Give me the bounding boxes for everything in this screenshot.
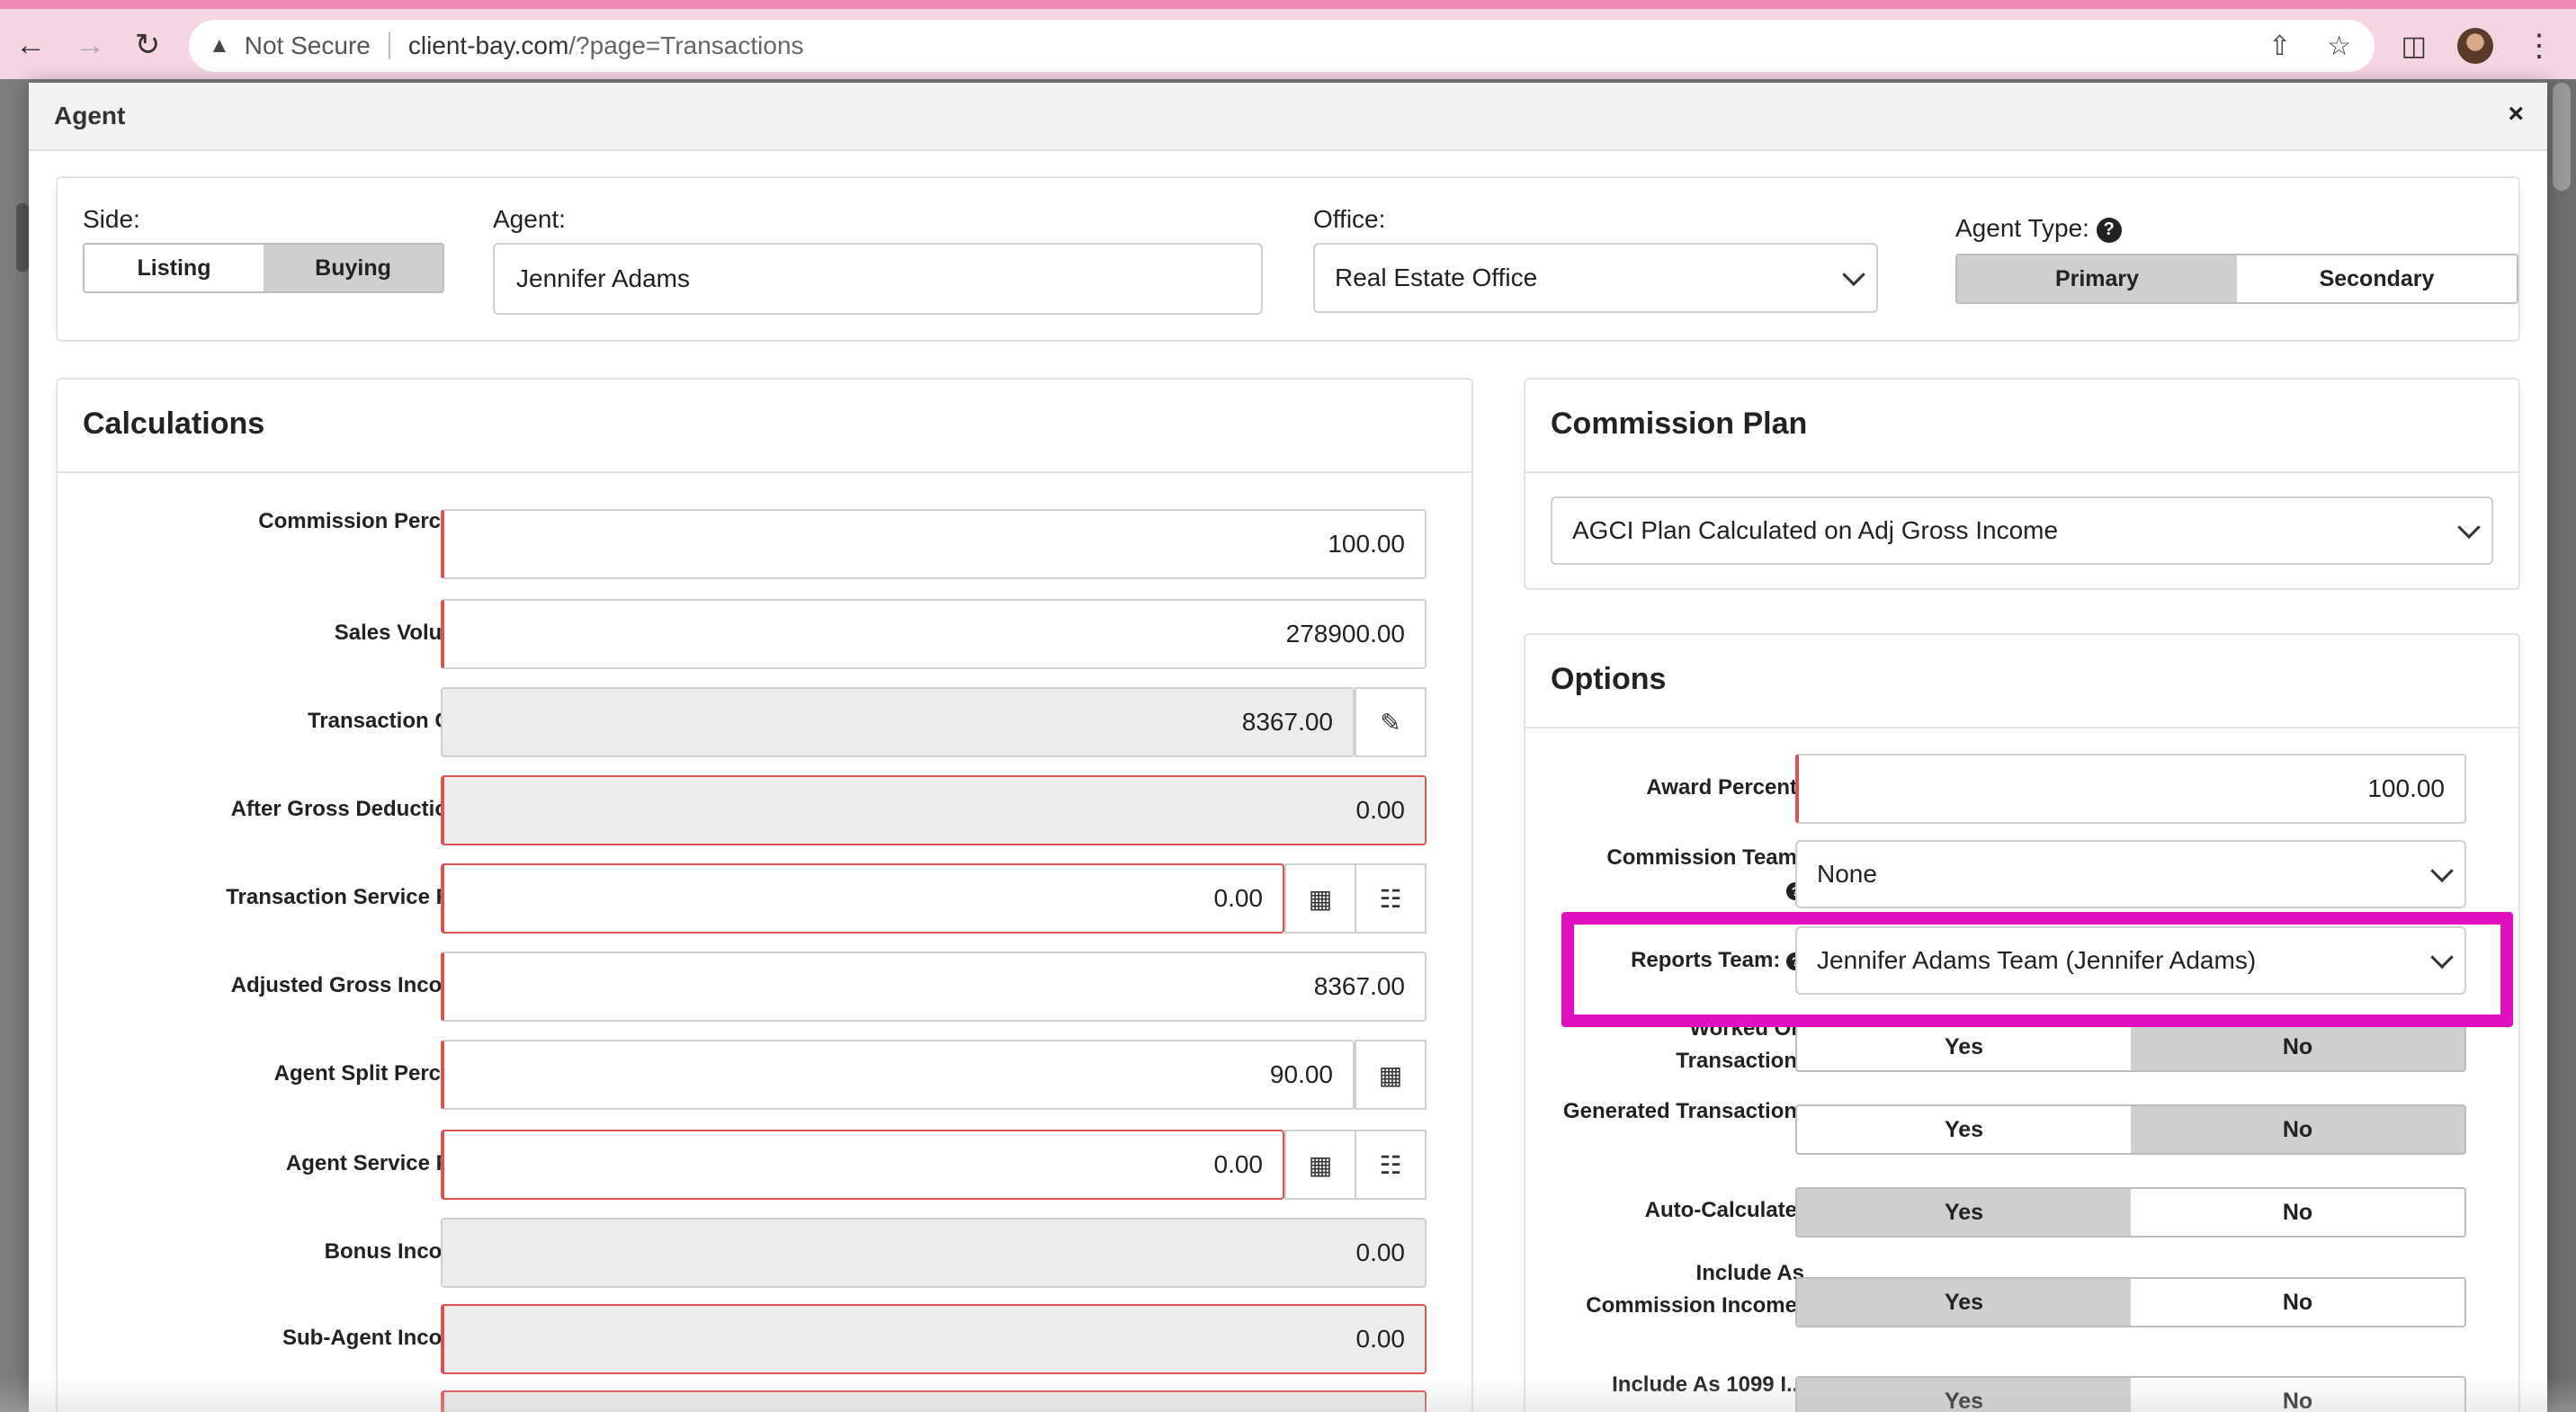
warning-icon: ▲ [209, 33, 230, 58]
hierarchy-icon[interactable]: ☷ [1355, 1130, 1427, 1200]
divider [1525, 727, 2518, 728]
after-gross-deductions-label: After Gross Deductions: [230, 797, 480, 821]
highlight-box [1561, 912, 2513, 1027]
include-as-commission-income-label: Include As Commission Income: [1586, 1261, 1804, 1318]
chevron-down-icon [2457, 515, 2481, 540]
office-select-value: Real Estate Office [1335, 264, 1538, 291]
background-sidebar [16, 203, 29, 272]
yes-option[interactable]: Yes [1797, 1279, 2131, 1326]
commission-team-label: Commission Team:? [1543, 842, 1804, 907]
commission-plan-value: AGCI Plan Calculated on Adj Gross Income [1572, 516, 2059, 544]
divider [388, 32, 390, 59]
yes-option[interactable]: Yes [1797, 1189, 2131, 1236]
yes-option[interactable]: Yes [1797, 1106, 2131, 1153]
calculator-icon[interactable]: ▦ [1284, 1130, 1356, 1200]
bottom-shadow [0, 1376, 2576, 1412]
pencil-icon[interactable]: ✎ [1355, 687, 1427, 757]
side-option-buying[interactable]: Buying [264, 245, 443, 291]
divider [1525, 471, 2518, 473]
reload-icon[interactable]: ↻ [130, 27, 165, 63]
commission-team-select[interactable]: None [1795, 840, 2466, 908]
no-option[interactable]: No [2131, 1189, 2464, 1236]
include-as-commission-income-toggle: Yes No [1795, 1277, 2466, 1327]
commission-percent-input[interactable]: 100.00 [441, 509, 1427, 579]
no-option[interactable]: No [2131, 1279, 2464, 1326]
chevron-down-icon [2430, 859, 2454, 883]
address-bar[interactable]: ▲ Not Secure client-bay.com/?page=Transa… [189, 20, 2375, 72]
award-percent-label: Award Percent: [1646, 775, 1804, 800]
auto-calculate-toggle: Yes No [1795, 1187, 2466, 1238]
commission-plan-select[interactable]: AGCI Plan Calculated on Adj Gross Income [1551, 496, 2493, 565]
bonus-income-label: Bonus Income: [324, 1239, 480, 1264]
hierarchy-icon[interactable]: ☷ [1355, 863, 1427, 934]
worked-on-transaction-toggle: Yes No [1795, 1022, 2466, 1072]
commission-percent-label: Commission Percent: [258, 509, 480, 533]
agent-service-fee-label: Agent Service Fee: [285, 1151, 480, 1175]
close-icon[interactable]: × [2508, 99, 2524, 130]
menu-kebab-icon[interactable]: ⋮ [2524, 28, 2554, 64]
sub-agent-income-label: Sub-Agent Income: [282, 1326, 480, 1350]
generated-transaction-toggle: Yes No [1795, 1104, 2466, 1155]
modal-header: Agent × [29, 83, 2547, 151]
agent-input[interactable]: Jennifer Adams [493, 243, 1263, 315]
no-option[interactable]: No [2131, 1106, 2464, 1153]
transaction-gci-label: Transaction GCI: [307, 709, 480, 733]
side-label: Side: [83, 205, 140, 233]
side-toggle: Listing Buying [83, 243, 444, 293]
after-gross-deductions-input: 0.00 [441, 775, 1427, 845]
award-percent-input[interactable]: 100.00 [1795, 754, 2466, 824]
adjusted-gross-income-input[interactable]: 8367.00 [441, 952, 1427, 1022]
bookmark-star-icon[interactable]: ☆ [2327, 31, 2351, 62]
page-scrollbar[interactable] [2547, 79, 2576, 1412]
office-label: Office: [1313, 205, 1386, 233]
agent-service-fee-input[interactable]: 0.00 [441, 1130, 1284, 1200]
side-panel-icon[interactable]: ◫ [2402, 31, 2427, 62]
transaction-service-fee-label: Transaction Service Fee: [226, 885, 480, 909]
transaction-gci-input: 8367.00 [441, 687, 1355, 757]
agent-type-secondary[interactable]: Secondary [2237, 255, 2517, 302]
back-icon[interactable]: ← [13, 27, 49, 63]
calculations-title: Calculations [83, 407, 265, 441]
profile-avatar[interactable] [2457, 28, 2493, 64]
no-option[interactable]: No [2131, 1023, 2464, 1070]
office-select[interactable]: Real Estate Office [1313, 243, 1878, 313]
browser-toolbar: ← → ↻ ▲ Not Secure client-bay.com/?page=… [0, 0, 2576, 79]
sales-volume-input[interactable]: 278900.00 [441, 599, 1427, 669]
agent-type-toggle: Primary Secondary [1955, 254, 2518, 304]
sales-volume-label: Sales Volume: [334, 621, 480, 645]
share-icon[interactable]: ⇧ [2268, 31, 2291, 62]
sub-agent-income-input: 0.00 [441, 1304, 1427, 1374]
chevron-down-icon [1842, 263, 1865, 287]
adjusted-gross-income-label: Adjusted Gross Income: [230, 973, 480, 997]
calculator-icon[interactable]: ▦ [1284, 863, 1356, 934]
commission-plan-card: Commission Plan AGCI Plan Calculated on … [1524, 378, 2520, 590]
generated-transaction-label: Generated Transaction: [1562, 1099, 1804, 1123]
transaction-service-fee-input[interactable]: 0.00 [441, 863, 1284, 934]
auto-calculate-label: Auto-Calculate: [1644, 1198, 1804, 1222]
agent-modal: Agent × Side: Listing Buying Agent: Jenn… [29, 83, 2547, 1412]
bonus-income-input: 0.00 [441, 1218, 1427, 1288]
calculations-card: Calculations Commission Percent: 100.00 … [56, 378, 1473, 1412]
agent-type-primary[interactable]: Primary [1957, 255, 2237, 302]
agent-split-percent-input[interactable]: 90.00 [441, 1040, 1355, 1110]
commission-team-value: None [1817, 860, 1877, 888]
agent-split-percent-label: Agent Split Percent: [273, 1061, 480, 1086]
options-title: Options [1551, 662, 1667, 696]
yes-option[interactable]: Yes [1797, 1023, 2131, 1070]
side-option-listing[interactable]: Listing [85, 245, 264, 291]
scrollbar-thumb[interactable] [2553, 83, 2571, 191]
divider [58, 471, 1471, 473]
agent-label: Agent: [493, 205, 566, 233]
calculator-icon[interactable]: ▦ [1355, 1040, 1427, 1110]
modal-title: Agent [54, 102, 126, 130]
commission-plan-title: Commission Plan [1551, 407, 1808, 441]
forward-icon[interactable]: → [72, 27, 108, 63]
url-text: client-bay.com/?page=Transactions [407, 31, 804, 59]
security-label: Not Secure [244, 31, 371, 59]
agent-type-label: Agent Type: ? [1955, 214, 2122, 243]
help-icon[interactable]: ? [2096, 217, 2122, 243]
agent-info-panel: Side: Listing Buying Agent: Jennifer Ada… [56, 176, 2520, 342]
